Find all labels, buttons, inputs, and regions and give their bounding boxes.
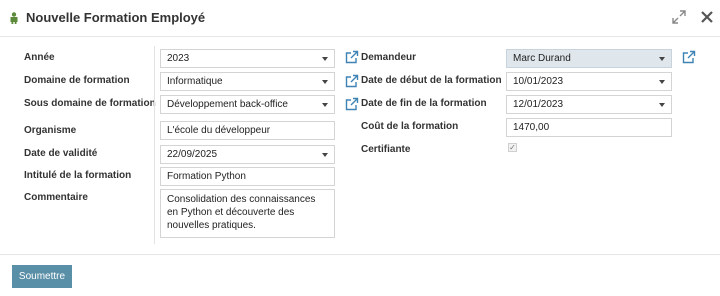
demandeur-select[interactable]: Marc Durand	[506, 49, 672, 68]
cout-label: Coût de la formation	[361, 121, 459, 132]
date-debut-label: Date de début de la formation	[361, 75, 502, 86]
annee-label: Année	[24, 52, 55, 63]
date-validite-picker[interactable]: 22/09/2025	[160, 145, 335, 164]
sous-domaine-label: Sous domaine de formation	[24, 98, 156, 109]
expand-icon[interactable]	[670, 8, 688, 26]
organisme-input[interactable]: L'école du développeur	[160, 121, 335, 140]
external-link-icon[interactable]	[344, 74, 359, 89]
domaine-label: Domaine de formation	[24, 75, 130, 86]
demandeur-label: Demandeur	[361, 52, 417, 63]
intitule-label: Intitulé de la formation	[24, 170, 132, 181]
date-debut-picker[interactable]: 10/01/2023	[506, 72, 672, 91]
commentaire-label: Commentaire	[24, 192, 88, 203]
dialog-title: Nouvelle Formation Employé	[26, 10, 206, 25]
date-fin-picker[interactable]: 12/01/2023	[506, 95, 672, 114]
submit-button[interactable]: Soumettre	[12, 265, 72, 288]
column-divider	[154, 46, 155, 244]
annee-select[interactable]: 2023	[160, 49, 335, 68]
external-link-icon[interactable]	[344, 50, 359, 65]
footer-divider	[0, 254, 720, 255]
dialog-header: Nouvelle Formation Employé	[0, 0, 720, 36]
certifiante-checkbox[interactable]: ✓	[508, 143, 517, 152]
domaine-select[interactable]: Informatique	[160, 72, 335, 91]
header-divider	[0, 36, 720, 37]
external-link-icon[interactable]	[681, 50, 696, 65]
external-link-icon[interactable]	[344, 97, 359, 112]
organisme-label: Organisme	[24, 125, 77, 136]
intitule-input[interactable]: Formation Python	[160, 167, 335, 186]
cout-input[interactable]: 1470,00	[506, 118, 672, 137]
commentaire-textarea[interactable]: Consolidation des connaissances en Pytho…	[160, 189, 335, 238]
close-icon[interactable]	[698, 8, 716, 26]
date-validite-label: Date de validité	[24, 148, 98, 159]
certifiante-label: Certifiante	[361, 144, 411, 155]
date-fin-label: Date de fin de la formation	[361, 98, 487, 109]
person-icon	[10, 12, 18, 24]
sous-domaine-select[interactable]: Développement back-office	[160, 95, 335, 114]
